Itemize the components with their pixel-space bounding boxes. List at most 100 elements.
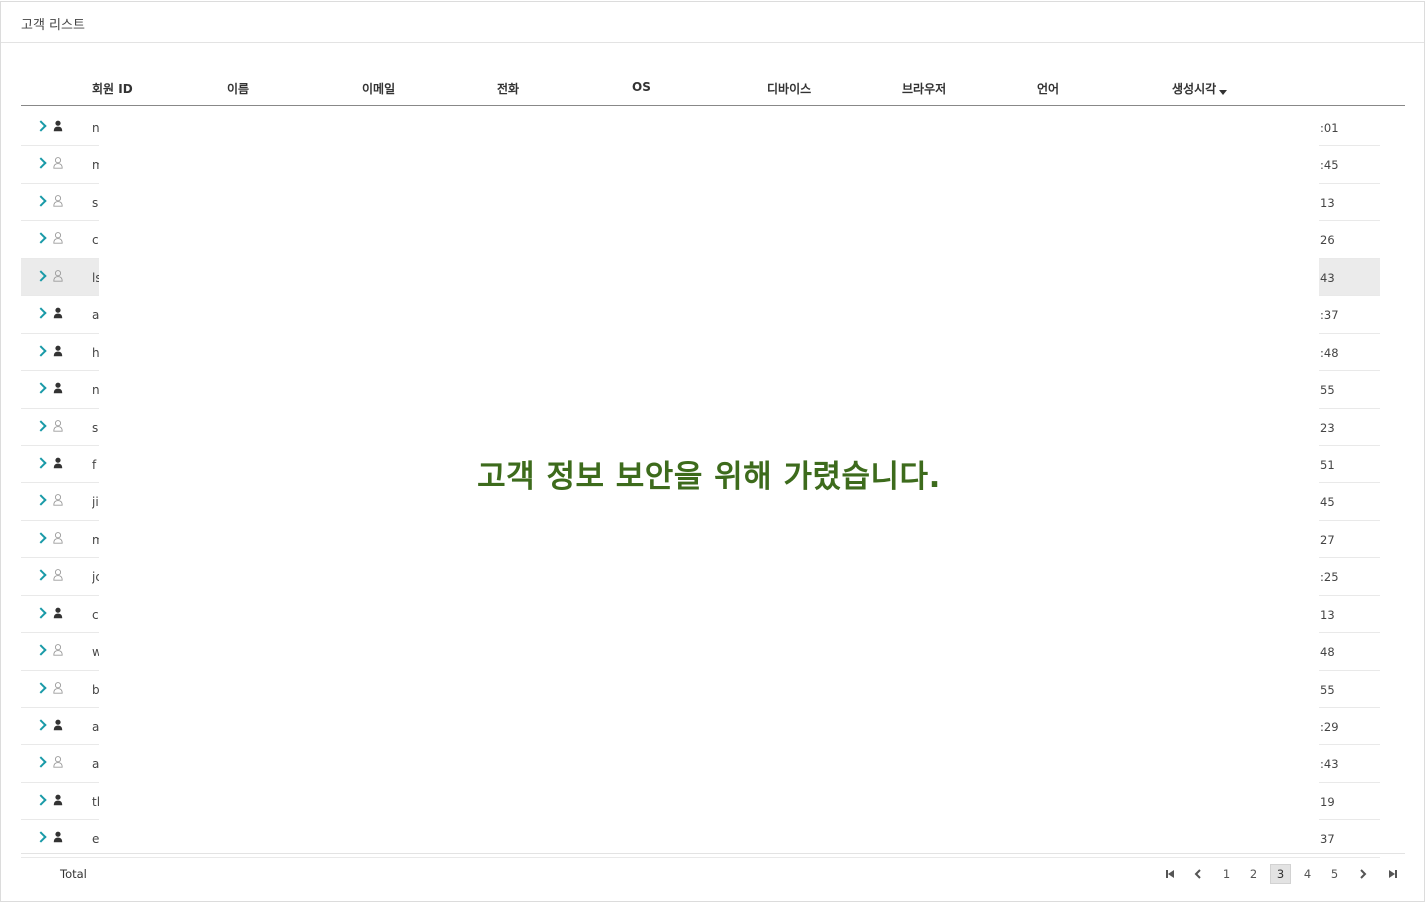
column-header-browser[interactable]: 브라우저	[902, 80, 946, 97]
expand-chevron-icon[interactable]	[35, 532, 47, 544]
first-page-button[interactable]	[1160, 864, 1181, 884]
column-header-name[interactable]: 이름	[227, 80, 249, 97]
created-at-cell: 55	[1320, 383, 1335, 398]
member-id-cell: ls	[92, 270, 99, 285]
privacy-mask: 고객 정보 보안을 위해 가렸습니다.	[99, 107, 1319, 853]
member-id-cell: n	[92, 383, 99, 398]
total-label: Total	[60, 867, 87, 881]
created-at-cell: 45	[1320, 495, 1335, 510]
user-outline-icon	[53, 419, 63, 432]
last-page-button[interactable]	[1383, 864, 1404, 884]
expand-chevron-icon[interactable]	[35, 120, 47, 132]
user-filled-icon	[53, 307, 63, 319]
expand-chevron-icon[interactable]	[35, 569, 47, 581]
expand-chevron-icon[interactable]	[35, 794, 47, 806]
member-id-cell: a	[92, 757, 99, 772]
privacy-mask-message: 고객 정보 보안을 위해 가렸습니다.	[477, 459, 941, 495]
expand-chevron-icon[interactable]	[35, 607, 47, 619]
created-at-cell: :48	[1320, 345, 1339, 360]
created-at-cell: 51	[1320, 457, 1335, 472]
created-at-cell: 43	[1320, 270, 1335, 285]
created-at-cell: 37	[1320, 832, 1335, 847]
prev-page-button[interactable]	[1188, 864, 1209, 884]
column-header-device[interactable]: 디바이스	[767, 80, 811, 97]
member-id-cell: a	[92, 308, 99, 323]
table-header: 회원 ID 이름 이메일 전화 OS 디바이스 브라우저 언어 생성시각	[21, 75, 1405, 106]
created-at-cell: :37	[1320, 308, 1339, 323]
user-filled-icon	[53, 457, 63, 469]
expand-chevron-icon[interactable]	[35, 831, 47, 843]
member-id-cell: c	[92, 233, 99, 248]
panel-header: 고객 리스트	[1, 2, 1424, 43]
expand-chevron-icon[interactable]	[35, 344, 47, 357]
created-at-cell: 27	[1320, 532, 1335, 547]
user-filled-icon	[53, 794, 63, 806]
user-outline-icon	[53, 569, 63, 581]
created-at-cell: :25	[1320, 570, 1339, 585]
expand-chevron-icon[interactable]	[35, 457, 47, 469]
member-id-cell: s	[92, 195, 99, 210]
member-id-cell: m	[92, 158, 99, 173]
user-outline-icon	[53, 195, 63, 207]
column-header-email[interactable]: 이메일	[362, 80, 395, 97]
member-id-cell: ji	[92, 495, 99, 510]
member-id-cell: e	[92, 832, 99, 847]
expand-chevron-icon[interactable]	[35, 419, 47, 432]
created-at-cell: 55	[1320, 682, 1335, 697]
panel-title: 고객 리스트	[21, 18, 85, 33]
page-number-button[interactable]: 2	[1243, 864, 1264, 884]
user-filled-icon	[53, 120, 63, 132]
user-outline-icon	[53, 681, 63, 694]
user-outline-icon	[53, 494, 63, 507]
user-filled-icon	[53, 831, 63, 843]
created-at-cell: 26	[1320, 233, 1335, 248]
expand-chevron-icon[interactable]	[35, 270, 47, 282]
user-outline-icon	[53, 232, 63, 244]
member-id-cell: tl	[92, 794, 99, 809]
column-header-created-at-label: 생성시각	[1172, 82, 1217, 96]
member-id-cell: n	[92, 121, 99, 135]
customer-list-panel: 고객 리스트 회원 ID 이름 이메일 전화 OS 디바이스 브라우저 언어 생…	[0, 1, 1425, 902]
next-page-button[interactable]	[1353, 864, 1374, 884]
column-header-created-at[interactable]: 생성시각	[1172, 80, 1228, 97]
created-at-cell: 13	[1320, 195, 1335, 210]
last-page-icon	[1389, 870, 1397, 878]
column-header-member-id[interactable]: 회원 ID	[92, 80, 133, 97]
column-header-language[interactable]: 언어	[1037, 80, 1059, 97]
expand-chevron-icon[interactable]	[35, 195, 47, 207]
member-id-cell: jc	[92, 570, 99, 585]
expand-chevron-icon[interactable]	[35, 307, 47, 319]
chevron-left-icon	[1194, 869, 1201, 879]
created-at-cell: 13	[1320, 607, 1335, 622]
created-at-cell: 19	[1320, 794, 1335, 809]
user-filled-icon	[53, 382, 63, 394]
user-filled-icon	[53, 345, 63, 356]
member-id-cell: m	[92, 532, 99, 547]
expand-chevron-icon[interactable]	[35, 719, 47, 731]
column-header-phone[interactable]: 전화	[497, 80, 519, 97]
expand-chevron-icon[interactable]	[35, 382, 47, 394]
user-filled-icon	[53, 607, 63, 618]
member-id-cell: a	[92, 720, 99, 734]
created-at-cell: :45	[1320, 158, 1339, 173]
member-id-cell: h	[92, 345, 99, 360]
page-number-button[interactable]: 5	[1324, 864, 1345, 884]
expand-chevron-icon[interactable]	[35, 494, 47, 507]
chevron-right-icon	[1360, 869, 1367, 879]
page-number-button[interactable]: 1	[1216, 864, 1237, 884]
page-number-button[interactable]: 3	[1270, 864, 1291, 884]
member-id-cell: b	[92, 682, 99, 697]
member-id-cell: f	[92, 457, 97, 472]
expand-chevron-icon[interactable]	[35, 232, 47, 244]
created-at-cell: 23	[1320, 420, 1335, 435]
page-number-button[interactable]: 4	[1297, 864, 1318, 884]
user-outline-icon	[53, 756, 63, 769]
expand-chevron-icon[interactable]	[35, 644, 47, 656]
expand-chevron-icon[interactable]	[35, 756, 47, 769]
created-at-cell: :43	[1320, 757, 1339, 772]
expand-chevron-icon[interactable]	[35, 681, 47, 694]
created-at-cell: :29	[1320, 720, 1339, 734]
user-outline-icon	[53, 157, 63, 170]
expand-chevron-icon[interactable]	[35, 157, 47, 170]
column-header-os[interactable]: OS	[632, 80, 651, 94]
